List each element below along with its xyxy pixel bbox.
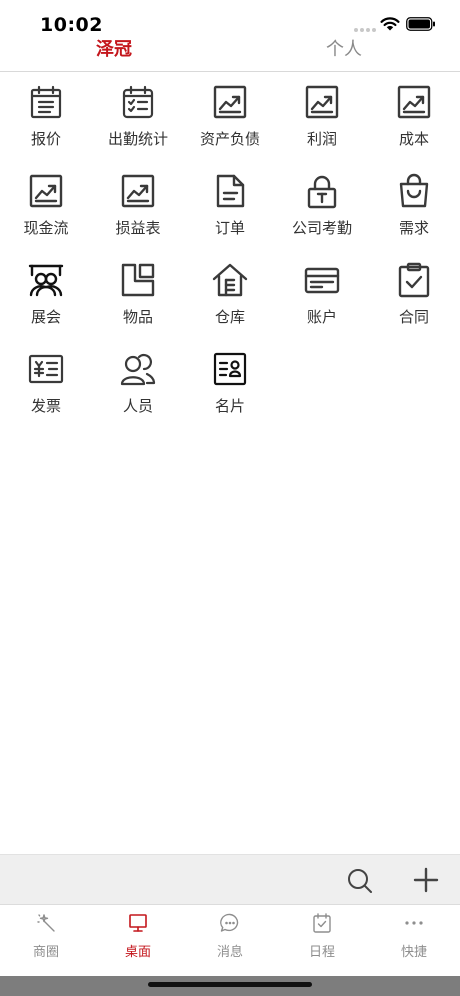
grid-item-label: 报价 <box>30 130 61 148</box>
grid-item-order[interactable]: 订单 <box>184 173 276 262</box>
grid-item-personnel[interactable]: 人员 <box>92 351 184 440</box>
grid-item-quote[interactable]: 报价 <box>0 84 92 173</box>
home-indicator[interactable] <box>148 982 312 987</box>
grid-item-label: 损益表 <box>115 219 161 237</box>
grid-item-label: 现金流 <box>23 219 69 237</box>
grid-item-warehouse[interactable]: 仓库 <box>184 262 276 351</box>
grid-item-label: 账户 <box>306 308 337 326</box>
grid-item-label: 利润 <box>306 130 337 148</box>
search-icon[interactable] <box>346 867 374 895</box>
trend-chart-icon <box>397 85 431 119</box>
people-icon <box>120 353 156 386</box>
grid-item-business-card[interactable]: 名片 <box>184 351 276 440</box>
items-icon <box>121 263 155 297</box>
calendar-check-icon <box>122 85 154 119</box>
grid-item-income-statement[interactable]: 损益表 <box>92 173 184 262</box>
trend-chart-icon <box>121 174 155 208</box>
grid-item-demand[interactable]: 需求 <box>368 173 460 262</box>
grid-item-label: 仓库 <box>214 308 245 326</box>
tab-business-circle[interactable]: 商圈 <box>0 905 92 965</box>
grid-item-profit[interactable]: 利润 <box>276 84 368 173</box>
document-icon <box>216 174 245 208</box>
cellular-signal-icon <box>354 28 376 32</box>
warehouse-icon <box>212 263 248 297</box>
org-tabs: 泽冠 个人 <box>0 36 460 72</box>
home-bar <box>0 976 460 996</box>
grid-item-company-attendance[interactable]: 公司考勤 <box>276 173 368 262</box>
grid-item-label: 成本 <box>398 130 429 148</box>
grid-item-label: 订单 <box>214 219 245 237</box>
trend-chart-icon <box>305 85 339 119</box>
magic-wand-icon <box>37 914 55 932</box>
grid-item-goods[interactable]: 物品 <box>92 262 184 351</box>
tab-label: 商圈 <box>32 945 59 960</box>
grid-item-label: 名片 <box>214 397 245 415</box>
tab-personal[interactable]: 个人 <box>326 36 362 64</box>
grid-item-exhibition[interactable]: 展会 <box>0 262 92 351</box>
lock-icon <box>307 175 337 209</box>
battery-icon <box>406 17 435 31</box>
exhibition-icon <box>28 264 64 297</box>
grid-item-label: 物品 <box>122 308 153 326</box>
grid-item-account[interactable]: 账户 <box>276 262 368 351</box>
grid-item-balance-sheet[interactable]: 资产负债 <box>184 84 276 173</box>
grid-item-invoice[interactable]: 发票 <box>0 351 92 440</box>
tab-label: 快捷 <box>400 945 427 960</box>
grid-item-cost[interactable]: 成本 <box>368 84 460 173</box>
grid-item-label: 出勤统计 <box>107 130 168 148</box>
grid-item-label: 需求 <box>398 219 429 237</box>
tab-messages[interactable]: 消息 <box>184 905 276 965</box>
monitor-icon <box>129 914 147 932</box>
tab-schedule[interactable]: 日程 <box>276 905 368 965</box>
chat-bubble-icon <box>220 913 239 932</box>
shopping-bag-icon <box>399 173 429 208</box>
clipboard-check-icon <box>398 262 430 298</box>
grid-item-label: 人员 <box>122 397 153 415</box>
grid-item-label: 发票 <box>30 397 61 415</box>
calendar-icon <box>313 913 331 933</box>
tab-zeguan[interactable]: 泽冠 <box>96 36 132 64</box>
tab-label: 桌面 <box>124 945 151 960</box>
status-time: 10:02 <box>40 14 103 36</box>
tab-shortcuts[interactable]: 快捷 <box>368 905 460 965</box>
invoice-icon <box>28 354 64 384</box>
business-card-icon <box>213 352 247 386</box>
grid-item-label: 展会 <box>30 308 61 326</box>
bottom-toolbar <box>0 854 460 904</box>
trend-chart-icon <box>213 85 247 119</box>
wifi-icon <box>380 17 400 31</box>
grid-item-contract[interactable]: 合同 <box>368 262 460 351</box>
calendar-list-icon <box>30 85 62 119</box>
grid-item-label: 资产负债 <box>199 130 260 148</box>
tab-label: 日程 <box>308 945 335 960</box>
grid-item-label: 合同 <box>398 308 429 326</box>
grid-item-attendance-stats[interactable]: 出勤统计 <box>92 84 184 173</box>
trend-chart-icon <box>29 174 63 208</box>
grid-item-cash-flow[interactable]: 现金流 <box>0 173 92 262</box>
card-icon <box>304 267 340 294</box>
tab-label: 消息 <box>216 945 243 960</box>
tab-desktop[interactable]: 桌面 <box>92 905 184 965</box>
grid-item-label: 公司考勤 <box>291 219 352 237</box>
plus-icon[interactable] <box>412 866 440 894</box>
more-dots-icon <box>405 921 423 925</box>
